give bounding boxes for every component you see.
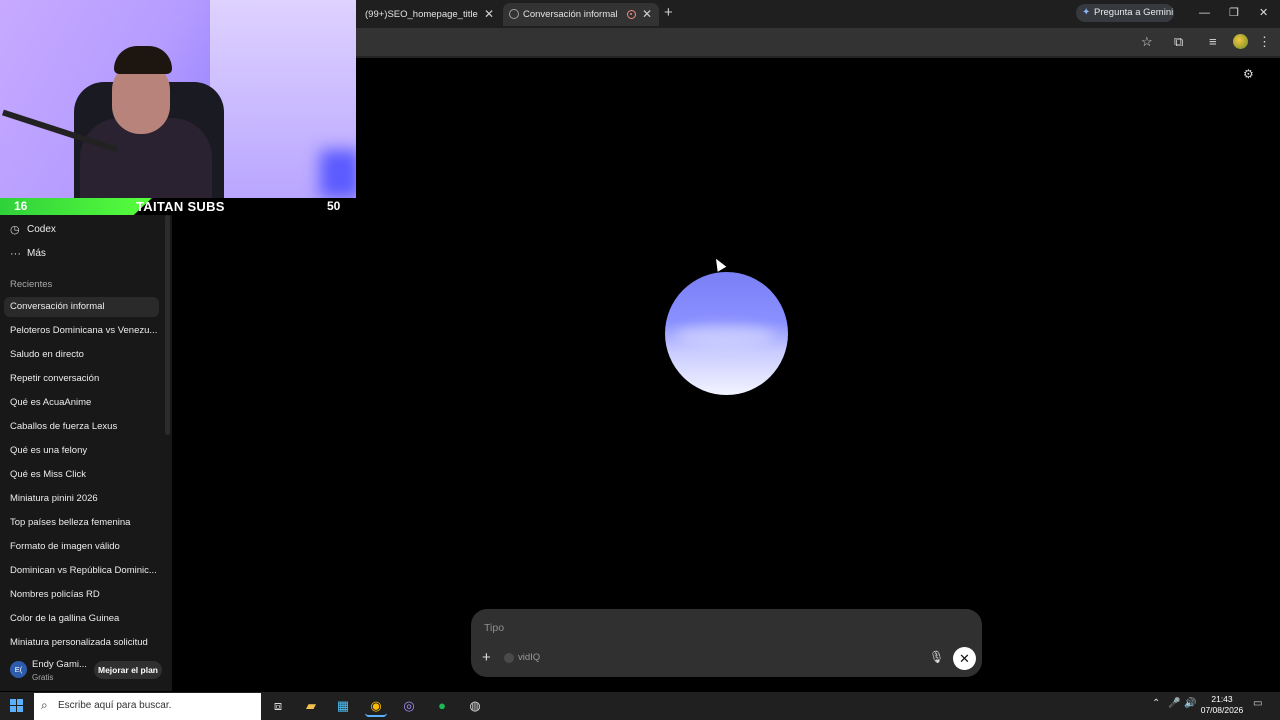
recent-chat-item[interactable]: Peloteros Dominicana vs Venezu... bbox=[4, 321, 159, 341]
recording-icon bbox=[627, 10, 636, 19]
ask-gemini-label: Pregunta a Gemini bbox=[1094, 7, 1174, 18]
recent-chat-item[interactable]: Miniatura personalizada solicitud bbox=[4, 633, 159, 653]
recent-chat-item[interactable]: Formato de imagen válido bbox=[4, 537, 159, 557]
recent-chat-item[interactable]: Nombres policías RD bbox=[4, 585, 159, 605]
recent-chat-item[interactable]: Color de la gallina Guinea bbox=[4, 609, 159, 629]
sidebar-item-codex[interactable]: ◷ Codex bbox=[10, 223, 56, 237]
recent-chat-item[interactable]: Repetir conversación bbox=[4, 369, 159, 389]
recent-chat-item[interactable]: Saludo en directo bbox=[4, 345, 159, 365]
voice-settings-icon[interactable]: ⚙ bbox=[1243, 67, 1254, 81]
divider bbox=[356, 56, 1280, 58]
vidiq-label: vidIQ bbox=[518, 652, 541, 663]
add-attachment-icon[interactable]: + bbox=[482, 649, 491, 667]
browser-menu-icon[interactable]: ⋮ bbox=[1258, 33, 1271, 51]
streamer-hair bbox=[114, 46, 172, 74]
new-tab-icon[interactable]: + bbox=[664, 4, 673, 22]
gemini-icon: ✦ bbox=[1082, 7, 1091, 18]
recent-chat-item[interactable]: Dominican vs República Dominic... bbox=[4, 561, 159, 581]
recent-chat-item[interactable]: Top países belleza femenina bbox=[4, 513, 159, 533]
mouse-cursor bbox=[711, 256, 727, 272]
clock-date: 07/08/2026 bbox=[1200, 705, 1244, 715]
vidiq-icon bbox=[504, 653, 514, 663]
close-icon[interactable]: ✕ bbox=[484, 3, 494, 26]
recent-chat-item[interactable]: Miniatura pinini 2026 bbox=[4, 489, 159, 509]
rgb-light bbox=[320, 150, 356, 198]
ask-gemini-button[interactable]: ✦ Pregunta a Gemini bbox=[1076, 4, 1174, 22]
vidiq-extension[interactable]: vidIQ bbox=[504, 652, 540, 664]
tray-microphone-icon[interactable]: 🎤 bbox=[1168, 698, 1180, 709]
voice-orb bbox=[665, 272, 788, 395]
recents-heading: Recientes bbox=[10, 279, 53, 290]
taskbar-clock[interactable]: 21:43 07/08/2026 bbox=[1198, 694, 1246, 716]
tab-conversacion[interactable]: Conversación informal ✕ bbox=[503, 3, 659, 26]
goal-title: TAITAN SUBS bbox=[136, 199, 225, 214]
stream-goal-bar: 16 TAITAN SUBS 50 bbox=[0, 198, 356, 215]
notifications-icon[interactable]: ▭ bbox=[1253, 698, 1262, 709]
media-controls-icon[interactable]: ≡ bbox=[1209, 33, 1217, 51]
windows-taskbar: ⌕ Escribe aquí para buscar. ⧈ ▰ ▦ ◉ ◎ ● … bbox=[0, 692, 1280, 720]
sidebar-item-mas[interactable]: ··· Más bbox=[10, 247, 46, 261]
tray-expand-icon[interactable]: ⌃ bbox=[1152, 698, 1160, 709]
taskbar-search[interactable]: ⌕ Escribe aquí para buscar. bbox=[34, 693, 261, 720]
extensions-icon[interactable]: ⧉ bbox=[1174, 33, 1183, 51]
recent-chat-item[interactable]: Qué es AcuaAnime bbox=[4, 393, 159, 413]
restore-icon[interactable]: ❐ bbox=[1229, 4, 1239, 22]
sidebar-scrollbar[interactable] bbox=[165, 215, 170, 435]
avatar: E( bbox=[10, 661, 27, 678]
spotify-icon[interactable]: ● bbox=[431, 695, 453, 717]
sidebar-item-label: Más bbox=[27, 248, 46, 259]
user-plan: Gratis bbox=[32, 673, 54, 682]
minimize-icon[interactable]: — bbox=[1199, 4, 1210, 22]
sidebar-item-label: Codex bbox=[27, 224, 56, 235]
task-view-icon[interactable]: ⧈ bbox=[267, 695, 289, 717]
user-name: Endy Gami... bbox=[32, 659, 87, 670]
webcam-overlay bbox=[0, 0, 356, 198]
microphone-icon[interactable]: 🎙 bbox=[929, 650, 944, 664]
chatgpt-icon bbox=[509, 9, 519, 19]
clock-time: 21:43 bbox=[1211, 694, 1233, 704]
tab-title: (99+)SEO_homepage_title bbox=[365, 9, 478, 20]
user-profile[interactable]: E( Endy Gami... Gratis Mejorar el plan bbox=[0, 655, 172, 691]
tab-title: Conversación informal bbox=[523, 9, 618, 20]
recent-chat-item[interactable]: Caballos de fuerza Lexus bbox=[4, 417, 159, 437]
goal-target: 50 bbox=[327, 199, 341, 213]
store-icon[interactable]: ▦ bbox=[332, 695, 354, 717]
more-icon: ··· bbox=[10, 248, 21, 260]
tab-seo[interactable]: (99+)SEO_homepage_title ✕ bbox=[356, 3, 500, 26]
file-explorer-icon[interactable]: ▰ bbox=[300, 695, 322, 717]
recent-chat-item[interactable]: Conversación informal bbox=[4, 297, 159, 317]
profile-avatar[interactable] bbox=[1233, 34, 1248, 49]
composer: + vidIQ 🎙 ✕ bbox=[471, 609, 982, 677]
app-icon[interactable]: ◍ bbox=[464, 695, 486, 717]
taskbar-search-placeholder: Escribe aquí para buscar. bbox=[58, 700, 172, 711]
goal-current: 16 bbox=[14, 199, 28, 213]
clock-icon: ◷ bbox=[10, 224, 20, 236]
bookmark-star-icon[interactable]: ☆ bbox=[1141, 33, 1153, 51]
upgrade-plan-button[interactable]: Mejorar el plan bbox=[94, 661, 162, 679]
windows-start-icon[interactable] bbox=[10, 699, 23, 712]
recent-chat-item[interactable]: Qué es una felony bbox=[4, 441, 159, 461]
end-voice-button[interactable]: ✕ bbox=[953, 647, 976, 670]
obs-icon[interactable]: ◎ bbox=[398, 695, 420, 717]
recent-chat-item[interactable]: Qué es Miss Click bbox=[4, 465, 159, 485]
volume-icon[interactable]: 🔊 bbox=[1184, 698, 1196, 709]
sidebar: ◷ Codex ··· Más Recientes Conversación i… bbox=[0, 215, 172, 691]
search-icon: ⌕ bbox=[41, 698, 48, 712]
close-icon[interactable]: ✕ bbox=[642, 3, 652, 26]
message-input[interactable] bbox=[482, 619, 962, 637]
close-window-icon[interactable]: ✕ bbox=[1259, 4, 1268, 22]
chrome-icon[interactable]: ◉ bbox=[365, 695, 387, 717]
